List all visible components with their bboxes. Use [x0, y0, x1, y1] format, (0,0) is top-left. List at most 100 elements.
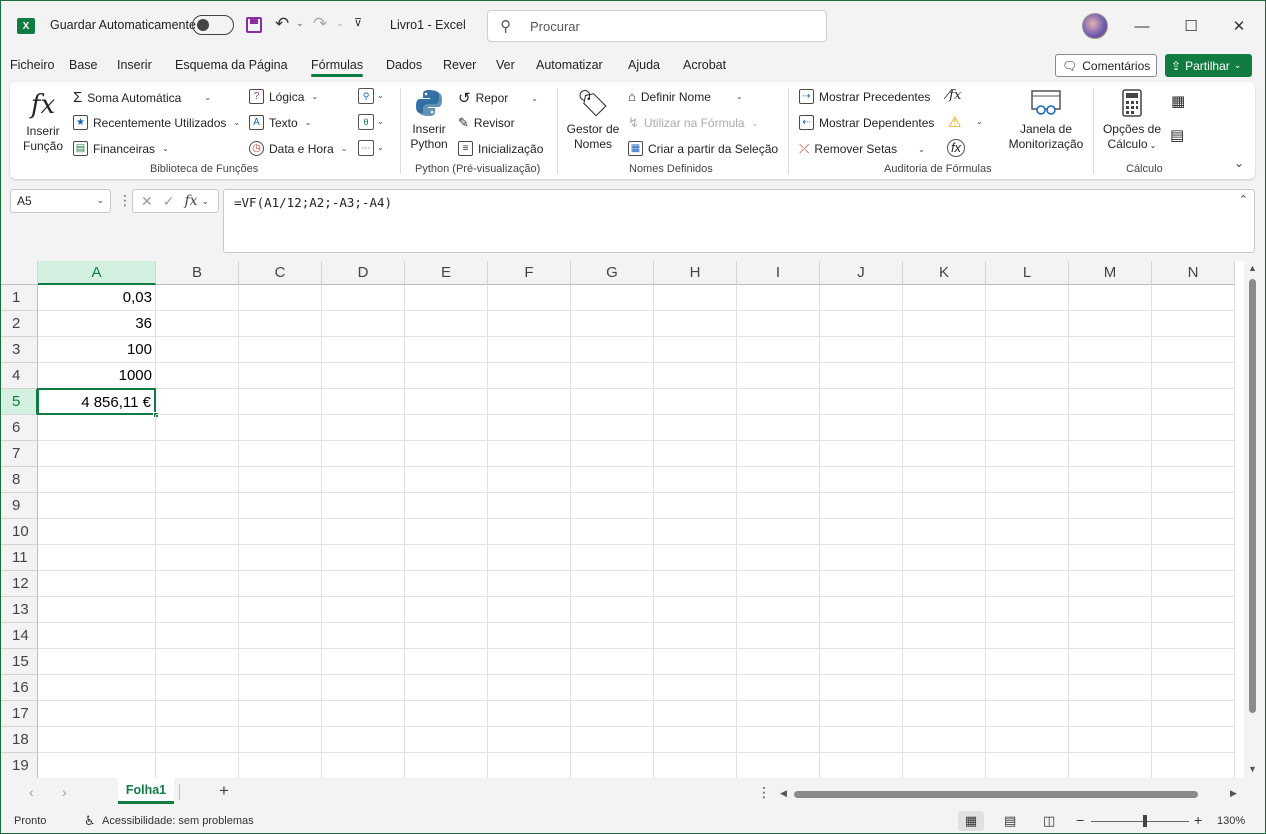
cell-b2[interactable] [156, 311, 239, 337]
prev-sheet-icon[interactable]: ‹ [29, 784, 34, 800]
cell-i3[interactable] [737, 337, 820, 363]
cell-j16[interactable] [820, 675, 903, 701]
cell-k3[interactable] [903, 337, 986, 363]
cell-m13[interactable] [1069, 597, 1152, 623]
row-header-15[interactable]: 15 [0, 649, 38, 675]
cell-a6[interactable] [38, 415, 156, 441]
cell-d10[interactable] [322, 519, 405, 545]
cell-e2[interactable] [405, 311, 488, 337]
cell-a1[interactable]: 0,03 [38, 285, 156, 311]
tab-formulas[interactable]: Fórmulas [311, 58, 364, 77]
cell-a5[interactable]: 4 856,11 € [37, 388, 156, 415]
tab-rever[interactable]: Rever [443, 58, 476, 72]
cell-k9[interactable] [903, 493, 986, 519]
cell-b4[interactable] [156, 363, 239, 389]
cell-e19[interactable] [405, 753, 488, 778]
cell-j12[interactable] [820, 571, 903, 597]
cell-h19[interactable] [654, 753, 737, 778]
cell-e12[interactable] [405, 571, 488, 597]
cell-e11[interactable] [405, 545, 488, 571]
sheet-options-icon[interactable]: ⋮ [757, 784, 771, 801]
row-header-14[interactable]: 14 [0, 623, 38, 649]
cell-g15[interactable] [571, 649, 654, 675]
cell-h15[interactable] [654, 649, 737, 675]
calculate-now-icon[interactable]: ▦ [1171, 92, 1185, 110]
tab-ver[interactable]: Ver [496, 58, 515, 72]
cell-b5[interactable] [156, 389, 239, 415]
cell-m2[interactable] [1069, 311, 1152, 337]
collapse-formula-bar-icon[interactable]: ⌃ [1239, 193, 1248, 206]
cell-c15[interactable] [239, 649, 322, 675]
column-header-e[interactable]: E [405, 261, 488, 285]
cancel-icon[interactable]: ✕ [141, 193, 153, 210]
row-header-16[interactable]: 16 [0, 675, 38, 701]
cell-b18[interactable] [156, 727, 239, 753]
chevron-down-icon[interactable]: ⌄ [377, 91, 384, 100]
formula-bar-handle-icon[interactable]: ⋮ [118, 192, 132, 209]
cell-m15[interactable] [1069, 649, 1152, 675]
cell-c6[interactable] [239, 415, 322, 441]
row-header-11[interactable]: 11 [0, 545, 38, 571]
cell-g17[interactable] [571, 701, 654, 727]
cell-c10[interactable] [239, 519, 322, 545]
column-header-b[interactable]: B [156, 261, 239, 285]
cell-c19[interactable] [239, 753, 322, 778]
cell-e16[interactable] [405, 675, 488, 701]
cell-j2[interactable] [820, 311, 903, 337]
cell-f6[interactable] [488, 415, 571, 441]
cell-k14[interactable] [903, 623, 986, 649]
tab-acrobat[interactable]: Acrobat [683, 58, 726, 72]
cell-e9[interactable] [405, 493, 488, 519]
cell-e10[interactable] [405, 519, 488, 545]
row-header-13[interactable]: 13 [0, 597, 38, 623]
cell-i10[interactable] [737, 519, 820, 545]
cell-f12[interactable] [488, 571, 571, 597]
column-header-l[interactable]: L [986, 261, 1069, 285]
avatar[interactable] [1082, 13, 1108, 39]
normal-view-icon[interactable]: ▦ [958, 811, 984, 831]
cell-h18[interactable] [654, 727, 737, 753]
cell-a17[interactable] [38, 701, 156, 727]
cell-n5[interactable] [1152, 389, 1235, 415]
search-box[interactable]: ⚲ Procurar [487, 10, 827, 42]
cell-e7[interactable] [405, 441, 488, 467]
cell-l4[interactable] [986, 363, 1069, 389]
cell-a13[interactable] [38, 597, 156, 623]
scroll-right-icon[interactable]: ▶ [1230, 788, 1237, 799]
cell-g13[interactable] [571, 597, 654, 623]
cell-k15[interactable] [903, 649, 986, 675]
column-header-i[interactable]: I [737, 261, 820, 285]
cell-f7[interactable] [488, 441, 571, 467]
redo-dropdown-icon[interactable]: ⌄ [336, 18, 344, 29]
cell-i4[interactable] [737, 363, 820, 389]
cell-h13[interactable] [654, 597, 737, 623]
cell-j8[interactable] [820, 467, 903, 493]
minimize-icon[interactable]: — [1127, 12, 1157, 40]
cell-j1[interactable] [820, 285, 903, 311]
cell-c16[interactable] [239, 675, 322, 701]
cell-m11[interactable] [1069, 545, 1152, 571]
cell-d12[interactable] [322, 571, 405, 597]
cell-h7[interactable] [654, 441, 737, 467]
cell-k1[interactable] [903, 285, 986, 311]
scroll-down-icon[interactable]: ▼ [1248, 764, 1257, 774]
cell-i6[interactable] [737, 415, 820, 441]
cell-e5[interactable] [405, 389, 488, 415]
cell-g6[interactable] [571, 415, 654, 441]
cell-c1[interactable] [239, 285, 322, 311]
cell-n2[interactable] [1152, 311, 1235, 337]
cell-a14[interactable] [38, 623, 156, 649]
financeiras-button[interactable]: ▤ Financeiras ⌄ [73, 141, 169, 156]
column-header-f[interactable]: F [488, 261, 571, 285]
cell-m3[interactable] [1069, 337, 1152, 363]
tab-ficheiro[interactable]: Ficheiro [10, 58, 54, 72]
cell-g3[interactable] [571, 337, 654, 363]
column-header-g[interactable]: G [571, 261, 654, 285]
cell-f13[interactable] [488, 597, 571, 623]
cell-d9[interactable] [322, 493, 405, 519]
cell-n18[interactable] [1152, 727, 1235, 753]
calculate-sheet-icon[interactable]: ▤ [1170, 126, 1184, 144]
utilizar-formula-button[interactable]: ↯ Utilizar na Fórmula ⌄ [628, 115, 758, 131]
cell-g18[interactable] [571, 727, 654, 753]
cell-l16[interactable] [986, 675, 1069, 701]
